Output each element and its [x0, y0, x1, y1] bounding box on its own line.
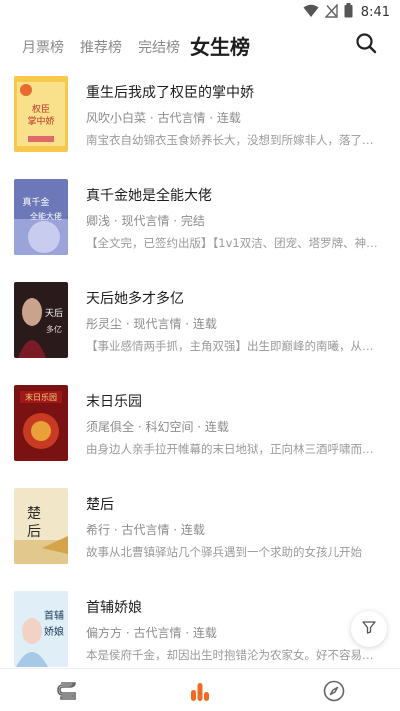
book-item[interactable]: 真千金 全能大佬 真千金她是全能大佬 卿浅 · 现代言情 · 完结 【全文完，已…	[0, 167, 400, 269]
svg-text:娇娘: 娇娘	[44, 625, 64, 638]
svg-text:天后: 天后	[45, 308, 63, 319]
ranking-tabs: 月票榜 推荐榜 完结榜 女生榜	[0, 24, 400, 64]
book-item[interactable]: 楚 后 楚后 希行 · 古代言情 · 连载 故事从北曹镇驿站几个驿兵遇到一个求助…	[0, 476, 400, 578]
book-cover: 末日乐园	[14, 385, 68, 461]
book-title: 重生后我成了权臣的掌中娇	[86, 85, 254, 101]
book-meta: 偏方方 · 古代言情 · 连载	[86, 626, 217, 640]
book-title: 首辅娇娘	[86, 600, 142, 616]
book-meta: 风吹小白菜 · 古代言情 · 连载	[86, 111, 241, 125]
bookshelf-icon[interactable]	[56, 679, 80, 703]
book-title: 楚后	[86, 497, 114, 513]
svg-text:后: 后	[27, 524, 41, 540]
book-meta: 希行 · 古代言情 · 连载	[86, 523, 205, 537]
signal-off-icon	[324, 3, 338, 22]
svg-text:多亿: 多亿	[46, 324, 62, 334]
book-item[interactable]: 天后 多亿 天后她多才多亿 彤灵尘 · 现代言情 · 连载 【事业感情两手抓，主…	[0, 270, 400, 372]
svg-text:全能大佬: 全能大佬	[30, 211, 62, 221]
tab-female[interactable]: 女生榜	[190, 31, 250, 60]
status-bar: 8:41	[0, 0, 400, 24]
tab-completed[interactable]: 完结榜	[138, 37, 180, 57]
svg-text:首辅: 首辅	[44, 609, 64, 622]
book-item[interactable]: 权臣 掌中娇 重生后我成了权臣的掌中娇 风吹小白菜 · 古代言情 · 连载 南宝…	[0, 64, 400, 166]
book-cover: 楚 后	[14, 488, 68, 564]
ranking-icon[interactable]	[188, 679, 212, 703]
book-title: 真千金她是全能大佬	[86, 188, 212, 204]
svg-text:掌中娇: 掌中娇	[27, 115, 54, 127]
book-meta: 须尾俱全 · 科幻空间 · 连载	[86, 420, 229, 434]
filter-button[interactable]	[351, 611, 387, 647]
svg-text:权臣: 权臣	[32, 103, 50, 115]
book-description: 由身边人亲手拉开帷幕的末日地狱，正向林三酒呼啸而来。	[86, 442, 384, 456]
wifi-icon	[303, 3, 319, 22]
book-description: 南宝衣自幼锦衣玉食娇养长大，没想到所嫁非人，落了个…	[86, 133, 384, 147]
book-description: 【事业感情两手抓，主角双强】出生即巅峰的南曦，从小…	[86, 339, 384, 353]
tab-recommended[interactable]: 推荐榜	[80, 37, 122, 57]
book-title: 天后她多才多亿	[86, 291, 184, 307]
book-description: 故事从北曹镇驿站几个驿兵遇到一个求助的女孩儿开始	[86, 545, 362, 559]
filter-icon	[361, 619, 377, 639]
tab-monthly-ticket[interactable]: 月票榜	[22, 37, 64, 57]
bottom-navigation	[0, 668, 400, 711]
book-meta: 卿浅 · 现代言情 · 完结	[86, 214, 205, 228]
book-description: 【全文完，已签约出版】【1v1双洁、团宠、塔罗牌、神…	[86, 236, 378, 250]
svg-text:真千金: 真千金	[22, 196, 49, 208]
status-icons: 8:41	[303, 3, 390, 22]
book-cover: 首辅 娇娘	[14, 591, 68, 667]
book-cover: 真千金 全能大佬	[14, 179, 68, 255]
book-meta: 彤灵尘 · 现代言情 · 连载	[86, 317, 217, 331]
battery-icon	[344, 3, 353, 22]
svg-text:楚: 楚	[27, 506, 41, 522]
book-list: 权臣 掌中娇 重生后我成了权臣的掌中娇 风吹小白菜 · 古代言情 · 连载 南宝…	[0, 64, 400, 668]
search-icon[interactable]	[354, 31, 378, 55]
book-cover: 权臣 掌中娇	[14, 76, 68, 152]
book-cover: 天后 多亿	[14, 282, 68, 358]
book-item[interactable]: 末日乐园 末日乐园 须尾俱全 · 科幻空间 · 连载 由身边人亲手拉开帷幕的末日…	[0, 373, 400, 475]
status-time: 8:41	[360, 5, 390, 20]
book-title: 末日乐园	[86, 394, 142, 410]
book-item[interactable]: 首辅 娇娘 首辅娇娘 偏方方 · 古代言情 · 连载 本是侯府千金，却因出生时抱…	[0, 579, 400, 668]
compass-icon[interactable]	[322, 679, 346, 703]
svg-text:末日乐园: 末日乐园	[25, 392, 57, 402]
book-description: 本是侯府千金，却因出生时抱错沦为农家女。好不容易长…	[86, 648, 384, 662]
